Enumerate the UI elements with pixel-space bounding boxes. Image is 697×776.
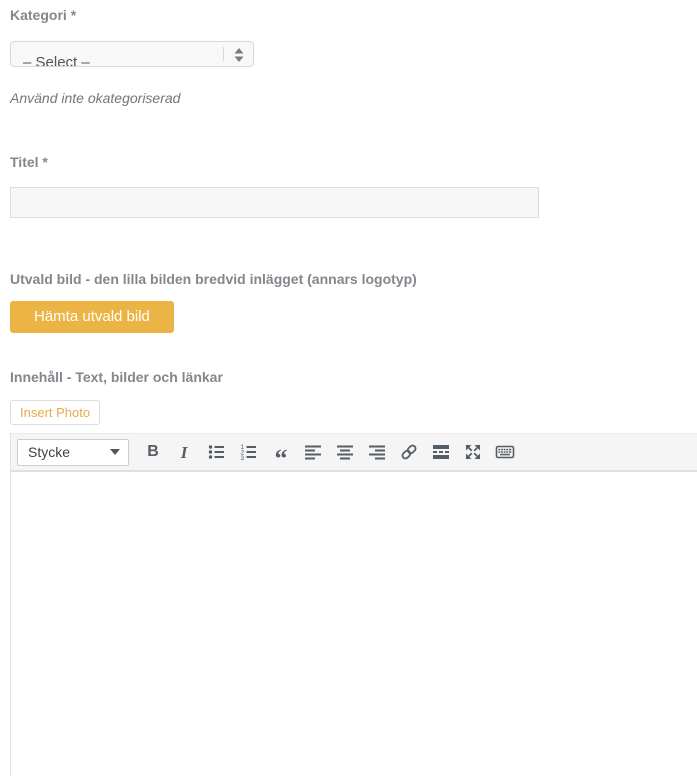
format-dropdown-value: Stycke	[28, 444, 70, 460]
rich-text-editor: Stycke B I 1 2	[10, 433, 697, 776]
link-button[interactable]	[394, 439, 424, 465]
align-center-icon	[335, 442, 355, 462]
keyboard-shortcuts-button[interactable]	[490, 439, 520, 465]
featured-image-label: Utvald bild - den lilla bilden bredvid i…	[10, 271, 697, 288]
numbered-list-button[interactable]: 1 2 3	[234, 439, 264, 465]
align-center-button[interactable]	[330, 439, 360, 465]
chevron-down-icon	[110, 449, 120, 455]
read-more-button[interactable]	[426, 439, 456, 465]
numbered-list-icon: 1 2 3	[239, 442, 259, 462]
titel-input[interactable]	[10, 187, 539, 218]
insert-photo-button[interactable]: Insert Photo	[10, 400, 100, 425]
keyboard-icon	[495, 442, 515, 462]
svg-text:3: 3	[241, 455, 245, 462]
fetch-featured-image-button[interactable]: Hämta utvald bild	[10, 301, 174, 333]
bulleted-list-button[interactable]	[202, 439, 232, 465]
kategori-select-value: – Select –	[23, 54, 90, 67]
kategori-help-text: Använd inte okategoriserad	[10, 90, 697, 107]
content-label: Innehåll - Text, bilder och länkar	[10, 369, 697, 386]
italic-button[interactable]: I	[170, 439, 200, 465]
editor-toolbar: Stycke B I 1 2	[11, 434, 697, 472]
bulleted-list-icon	[207, 442, 227, 462]
blockquote-button[interactable]: “	[266, 439, 296, 465]
titel-label-text: Titel	[10, 154, 39, 170]
align-right-icon	[367, 442, 387, 462]
post-edit-form: Kategori * – Select – Använd inte okateg…	[0, 0, 697, 776]
editor-content-area[interactable]	[11, 472, 697, 776]
required-asterisk: *	[71, 7, 76, 23]
bold-icon: B	[147, 444, 159, 460]
align-left-icon	[303, 442, 323, 462]
link-icon	[399, 442, 419, 462]
kategori-label: Kategori *	[10, 7, 697, 24]
required-asterisk: *	[42, 154, 47, 170]
stepper-icon	[233, 47, 245, 63]
italic-icon: I	[181, 444, 190, 461]
align-left-button[interactable]	[298, 439, 328, 465]
bold-button[interactable]: B	[138, 439, 168, 465]
kategori-select[interactable]: – Select –	[10, 41, 254, 67]
select-divider	[223, 47, 224, 61]
kategori-label-text: Kategori	[10, 7, 67, 23]
fullscreen-button[interactable]	[458, 439, 488, 465]
align-right-button[interactable]	[362, 439, 392, 465]
titel-label: Titel *	[10, 154, 697, 171]
format-dropdown[interactable]: Stycke	[17, 439, 129, 466]
read-more-icon	[431, 442, 451, 462]
fullscreen-icon	[463, 442, 483, 462]
